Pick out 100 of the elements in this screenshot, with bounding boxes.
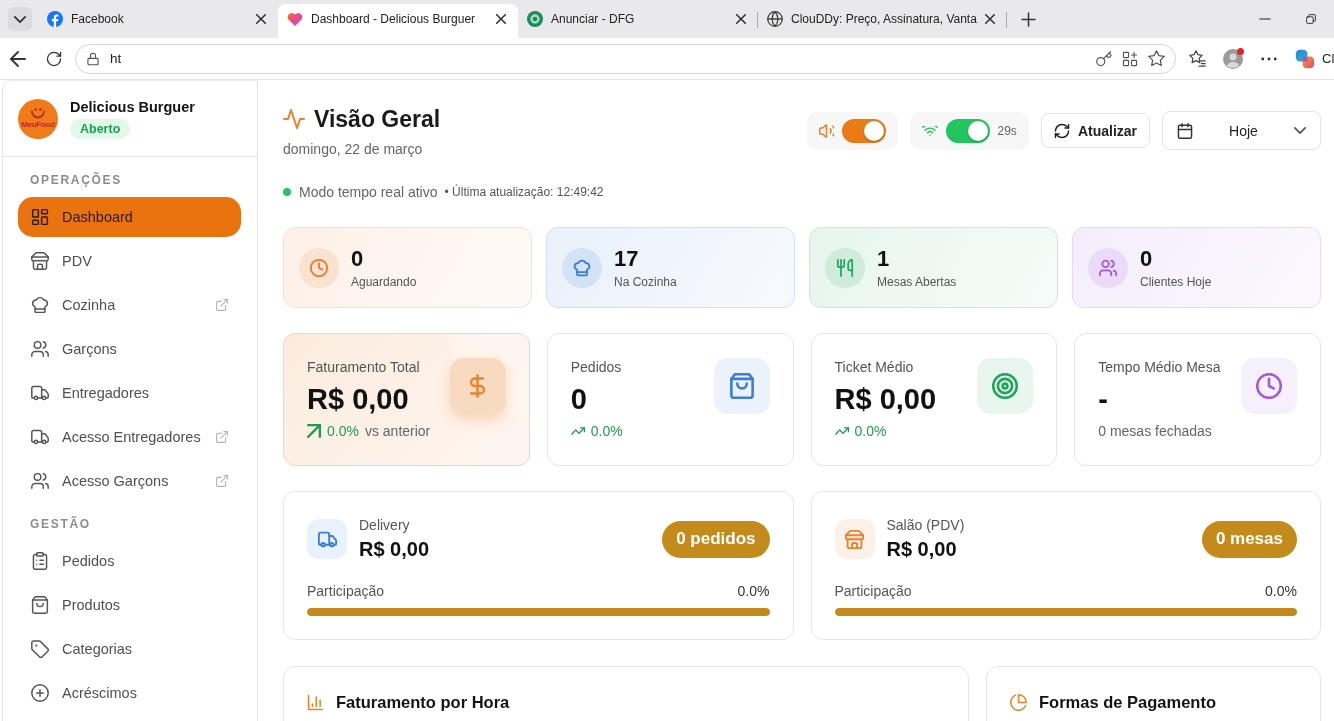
close-icon[interactable] [984, 14, 995, 24]
sidebar-item[interactable]: PDV [18, 241, 241, 281]
clipboard-icon [31, 552, 49, 570]
channel-value: R$ 0,00 [359, 537, 430, 561]
apps-icon[interactable] [1122, 50, 1138, 67]
share-label: Participação [307, 582, 385, 600]
change-value: 0.0% [327, 422, 359, 440]
chef-hat-icon [31, 296, 49, 314]
browser-tab[interactable]: Dashboard - Delicious Burguer [278, 4, 518, 38]
sidebar-item[interactable]: Pedidos [18, 541, 241, 581]
sidebar-item[interactable]: Cozinha [18, 285, 241, 325]
favicon-icon [527, 11, 543, 27]
calendar-icon [1177, 122, 1193, 139]
star-list-icon [1188, 50, 1206, 67]
period-select[interactable]: Hoje [1162, 111, 1321, 150]
truck-icon [31, 384, 49, 402]
browser-tab[interactable]: Facebook [38, 4, 278, 38]
metric-label: Faturamento Total [307, 358, 421, 376]
clock-icon [299, 247, 339, 288]
channel-label: Delivery [359, 517, 411, 534]
close-icon[interactable] [496, 14, 506, 24]
sidebar-item[interactable]: Garçons [18, 329, 241, 369]
plus-circle-icon [31, 684, 49, 702]
refresh-icon [1053, 122, 1070, 139]
activity-icon [283, 109, 305, 129]
users-icon [31, 472, 49, 490]
refresh-button[interactable]: Atualizar [1040, 113, 1150, 148]
dashboard-icon [31, 208, 49, 226]
logo-text: MeuFood [21, 120, 55, 129]
reload-icon [46, 50, 62, 67]
sidebar-item[interactable]: Acesso Garçons [18, 461, 241, 501]
count-badge: 0 pedidos [662, 520, 770, 558]
sidebar-item[interactable]: Dashboard [18, 197, 241, 237]
sidebar-item[interactable]: Categorias [18, 629, 241, 669]
browser-tab[interactable]: ClouDDy: Preço, Assinatura, Vanta [758, 4, 1007, 38]
change-note: vs anterior [364, 422, 431, 440]
lock-icon [86, 51, 100, 66]
count-value: 1 [877, 245, 891, 272]
countdown-text: 29s [997, 123, 1017, 138]
panel-title: Faturamento por Hora [336, 692, 510, 713]
users-icon [31, 340, 49, 358]
chef-hat-icon [562, 247, 602, 288]
avatar-icon [1223, 48, 1243, 69]
change-value: 0.0% [854, 422, 887, 440]
metric-label: Pedidos [570, 358, 623, 376]
date-text: domingo, 22 de março [283, 140, 424, 158]
trend-up-icon [570, 427, 585, 435]
truck-icon [307, 519, 347, 559]
count-badge: 0 mesas [1201, 520, 1297, 558]
count-label: Clientes Hoje [1140, 273, 1212, 290]
channel-label: Salão (PDV) [886, 517, 965, 534]
shopping-bag-icon [713, 358, 770, 414]
store-icon [31, 252, 49, 270]
sidebar-item[interactable]: Produtos [18, 585, 241, 625]
key-icon[interactable] [1096, 50, 1112, 67]
metric-value: 0 [570, 382, 588, 416]
metric-value: - [1098, 382, 1109, 416]
realtime-toggle[interactable] [945, 118, 990, 143]
bar-chart-icon [307, 693, 324, 711]
utensils-icon [825, 247, 865, 288]
toolbar-label: Cl [1322, 51, 1334, 66]
metric-label: Tempo Médio Mesa [1098, 358, 1221, 376]
sidebar-item[interactable]: Acréscimos [18, 673, 241, 713]
last-update-text: • Última atualização: 12:49:42 [444, 185, 604, 199]
favicon-icon [47, 11, 63, 27]
metric-value: R$ 0,00 [307, 382, 410, 416]
restaurant-name: Delicious Burguer [70, 98, 195, 116]
pie-chart-icon [1010, 693, 1027, 711]
metric-value: R$ 0,00 [834, 382, 937, 416]
metric-label: Ticket Médio [834, 358, 915, 376]
share-value: 0.0% [737, 582, 770, 600]
browser-tab[interactable]: Anunciar - DFG [518, 4, 758, 38]
status-text: Modo tempo real ativo [299, 184, 438, 200]
dollar-icon [449, 358, 506, 414]
sound-toggle[interactable] [841, 118, 886, 143]
count-label: Aguardando [351, 273, 417, 290]
change-note: 0 mesas fechadas [1098, 422, 1212, 440]
channel-value: R$ 0,00 [886, 537, 958, 561]
plus-icon [1021, 11, 1037, 27]
sidebar-item[interactable]: Acesso Entregadores [18, 417, 241, 457]
arrow-up-right-icon [307, 424, 321, 438]
shopping-bag-icon [31, 596, 49, 614]
change-value: 0.0% [590, 422, 623, 440]
count-value: 17 [614, 245, 640, 272]
close-icon[interactable] [256, 14, 266, 24]
restore-icon [1305, 13, 1317, 25]
smile-icon [30, 108, 46, 119]
close-icon[interactable] [736, 14, 746, 24]
wifi-icon [921, 125, 938, 136]
users-icon [1088, 247, 1128, 288]
count-label: Na Cozinha [614, 273, 677, 290]
share-value: 0.0% [1265, 582, 1297, 600]
status-badge: Aberto [70, 119, 131, 139]
sidebar-item[interactable]: Entregadores [18, 373, 241, 413]
star-icon[interactable] [1148, 50, 1165, 67]
panel-title: Formas de Pagamento [1039, 692, 1216, 713]
tag-icon [31, 640, 49, 658]
section-label: GESTÃO [29, 516, 92, 532]
clock-icon [1241, 358, 1297, 414]
tab-list-button[interactable] [8, 7, 32, 31]
